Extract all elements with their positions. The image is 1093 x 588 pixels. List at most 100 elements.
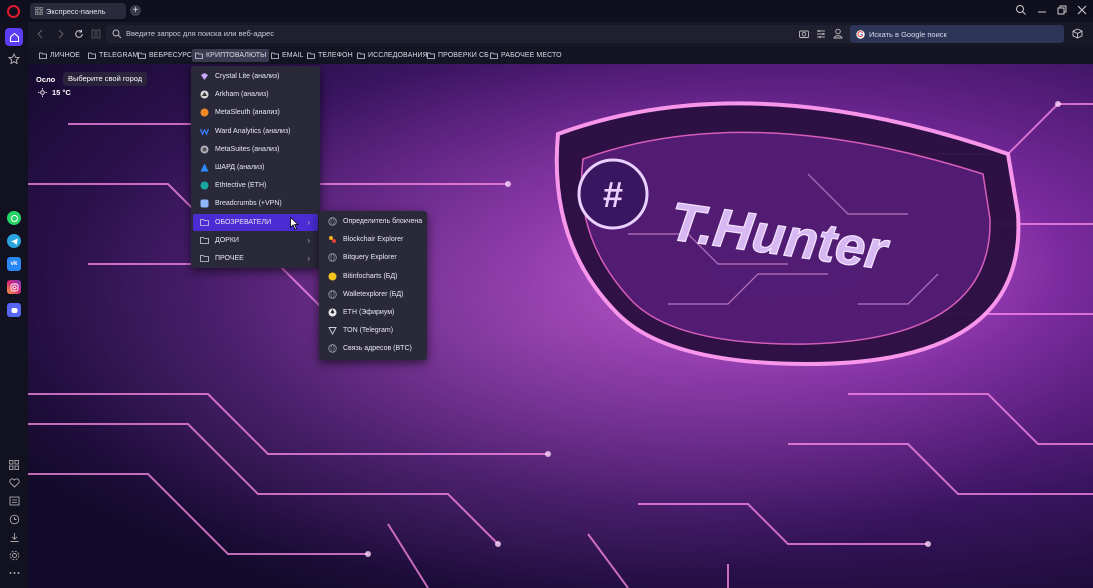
menu-item[interactable]: Определитель блокчена [321,213,425,230]
folder-icon [200,236,209,244]
menu-item[interactable]: MetaSleuth (анализ) [193,104,318,121]
vk-icon[interactable]: vk [7,257,21,271]
forward-icon[interactable] [57,29,65,39]
bookmark-folder-9[interactable]: РАБОЧЕЕ МЕСТО [487,49,565,62]
navigation-bar: Введите запрос для поиска или веб-адрес … [28,22,1093,46]
restore-button[interactable] [1056,4,1068,16]
extensions-cube-icon[interactable] [1072,28,1083,39]
crypto-dropdown-menu: Crystal Lite (анализ) Arkham (анализ) Meta… [191,66,320,268]
bookmark-label: ЛИЧНОЕ [50,52,81,59]
history-icon[interactable] [7,512,21,526]
address-search-icon [112,29,122,39]
menu-item-label: Blockchair Explorer [343,236,404,244]
menu-item[interactable]: Walletexplorer (БД) [321,286,425,303]
opera-logo-icon[interactable] [7,5,20,18]
back-icon[interactable] [36,29,44,39]
menu-item-label: Arkham (анализ) [215,91,269,99]
globe-icon [328,290,337,299]
mouse-cursor-icon [290,217,299,230]
google-search-box[interactable]: Искать в Google поиск [850,25,1064,43]
camera-snapshot-icon[interactable] [799,29,809,38]
menu-item[interactable]: ШАРД (анализ) [193,159,318,176]
address-placeholder[interactable]: Введите запрос для поиска или веб-адрес [126,29,274,38]
bitinfocharts-icon [328,272,337,281]
new-tab-button[interactable]: + [130,5,141,16]
wallpaper-art: # T.Hunter [28,64,1093,588]
menu-item[interactable]: Связь адресов (BTC) [321,340,425,357]
temperature-value: 15 °C [52,88,71,97]
google-icon [856,29,865,39]
menu-item[interactable]: TON (Telegram) [321,322,425,339]
menu-item-label: Breadcrumbs (+VPN) [215,200,282,208]
more-icon[interactable] [7,566,21,580]
instagram-icon[interactable] [7,280,21,294]
weather-temperature: 15 °C [38,88,71,97]
explorers-submenu: Определитель блокчена Blockchair Explorer… [319,211,427,360]
bookmark-folder-1[interactable]: ЛИЧНОЕ [36,49,83,62]
menu-item-label: Walletexplorer (БД) [343,290,404,298]
menu-item[interactable]: Ward Analytics (анализ) [193,123,318,140]
menu-item[interactable]: Blockchair Explorer [321,231,425,248]
reload-icon[interactable] [74,29,84,39]
bookmarks-bar: ЛИЧНОЕ TELEGRAM ВЕБРЕСУРСЫ КРИПТОВАЛЮТЫ EMAI… [28,46,1093,64]
bookmark-label: РАБОЧЕЕ МЕСТО [501,52,562,59]
menu-item-label: Ethtective (ETH) [215,182,267,190]
menu-item[interactable]: ОБОЗРЕВАТЕЛИ › [193,213,318,231]
weather-city: Осло [36,75,56,84]
heart-icon[interactable] [7,476,21,490]
folder-icon [195,52,203,59]
menu-item-label: MetaSleuth (анализ) [215,109,280,117]
bookmark-folder-4[interactable]: КРИПТОВАЛЮТЫ [192,49,270,62]
close-window-button[interactable] [1076,4,1088,16]
apps-grid-icon[interactable] [7,458,21,472]
easy-setup-icon[interactable] [816,29,826,39]
speed-dial-grid-icon[interactable] [91,29,101,39]
bookmark-folder-7[interactable]: ИССЛЕДОВАНИЯ [354,49,431,62]
speed-dial-icon [35,7,43,15]
menu-item-label: Crystal Lite (анализ) [215,73,280,80]
sun-icon [38,88,47,97]
breadcrumbs-icon [200,199,209,208]
menu-item-label: Bitinfocharts (БД) [343,272,398,280]
menu-item[interactable]: ETH (Эфириум) [321,304,425,321]
minimize-button[interactable] [1036,4,1048,16]
menu-item[interactable]: MetaSuites (анализ) [193,141,318,158]
folder-icon [200,255,209,262]
telegram-icon[interactable] [7,234,21,248]
menu-item[interactable]: Crystal Lite (анализ) [193,68,318,85]
bookmark-label: TELEGRAM [99,52,139,59]
menu-item-label: ШАРД (анализ) [215,164,265,171]
menu-item-label: ОБОЗРЕВАТЕЛИ [215,218,272,226]
metasuites-icon [200,145,209,154]
whatsapp-icon[interactable] [7,211,21,225]
settings-gear-icon[interactable] [7,548,21,562]
star-icon[interactable] [7,52,21,66]
search-tabs-icon[interactable] [1015,4,1027,16]
arkham-icon [200,90,209,99]
folder-icon [427,52,435,59]
bookmark-folder-6[interactable]: ТЕЛЕФОН [304,49,356,62]
choose-city-button[interactable]: Выберите свой город [63,72,148,86]
bookmark-label: КРИПТОВАЛЮТЫ [206,52,267,59]
bookmark-folder-8[interactable]: ПРОВЕРКИ СБ [424,49,492,62]
discord-icon[interactable] [7,303,21,317]
menu-item[interactable]: Bitinfocharts (БД) [321,268,425,285]
news-icon[interactable] [7,494,21,508]
menu-item[interactable]: ДОРКИ › [193,232,318,249]
menu-item[interactable]: Ethtective (ETH) [193,177,318,194]
menu-item[interactable]: Arkham (анализ) [193,86,318,103]
bookmark-folder-2[interactable]: TELEGRAM [85,49,141,62]
download-icon[interactable] [7,530,21,544]
tab-speed-dial[interactable]: Экспресс-панель [30,3,126,19]
menu-item[interactable]: Bitquery Explorer [321,249,425,266]
menu-item[interactable]: Breadcrumbs (+VPN) [193,195,318,212]
ton-icon [328,327,337,336]
menu-item[interactable]: ПРОЧЕЕ › [193,250,318,267]
profile-icon[interactable] [833,28,843,39]
bookmark-label: ПРОВЕРКИ СБ [438,52,489,59]
bookmark-folder-5[interactable]: EMAIL [268,49,307,62]
home-icon[interactable] [5,28,23,46]
chevron-right-icon: › [307,235,310,245]
eth-icon [328,308,337,317]
globe-icon [328,344,337,354]
